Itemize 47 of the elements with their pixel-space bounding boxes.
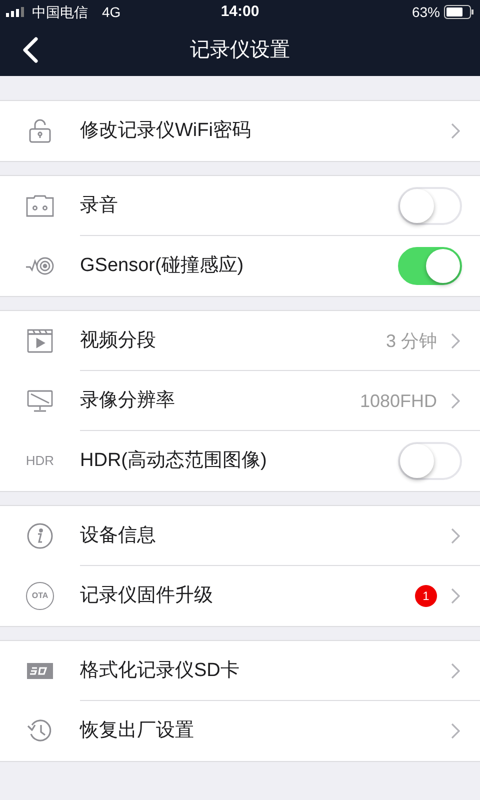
carrier-name: 中国电信 [32, 2, 88, 22]
row-label: 记录仪固件升级 [80, 584, 213, 608]
back-icon[interactable] [22, 37, 38, 63]
chevron-icon [451, 393, 460, 409]
chevron-icon [451, 723, 460, 739]
settings-row[interactable]: 格式化记录仪SD卡 [0, 641, 480, 701]
monitor-icon [26, 389, 54, 413]
settings-row[interactable]: 恢复出厂设置 [0, 701, 480, 761]
settings-row[interactable]: 修改记录仪WiFi密码 [0, 101, 480, 161]
row-label: HDR(高动态范围图像) [80, 448, 267, 473]
settings-row[interactable]: 设备信息 [0, 506, 480, 566]
row-value: 3 分钟 [386, 330, 437, 352]
settings-row[interactable]: HDR HDR(高动态范围图像) [0, 431, 480, 491]
sensor-icon [25, 255, 55, 277]
page-title: 记录仪设置 [190, 38, 290, 63]
row-label: 修改记录仪WiFi密码 [80, 118, 251, 143]
battery-icon [444, 5, 474, 19]
ota-icon: OTA [26, 582, 54, 610]
sd-card-icon [25, 661, 55, 681]
settings-row[interactable]: GSensor(碰撞感应) [0, 236, 480, 296]
cassette-icon [26, 195, 54, 217]
row-label: 视频分段 [80, 328, 156, 353]
row-label: 格式化记录仪SD卡 [80, 658, 240, 683]
settings-row[interactable]: 录音 [0, 176, 480, 236]
row-label: 录像分辨率 [80, 388, 175, 413]
chevron-icon [451, 123, 460, 139]
hdr-icon: HDR [26, 451, 54, 471]
settings-row[interactable]: 视频分段 3 分钟 [0, 311, 480, 371]
chevron-icon [451, 333, 460, 349]
notification-badge: 1 [415, 585, 437, 607]
chevron-icon [451, 588, 460, 604]
battery-percent: 63% [412, 2, 440, 22]
row-label: 设备信息 [80, 524, 156, 548]
settings-row[interactable]: 录像分辨率 1080FHD [0, 371, 480, 431]
clapperboard-icon [26, 328, 54, 354]
lock-icon [27, 118, 53, 144]
row-label: GSensor(碰撞感应) [80, 254, 244, 278]
settings-row[interactable]: OTA 记录仪固件升级 1 [0, 566, 480, 626]
chevron-icon [451, 528, 460, 544]
row-value: 1080FHD [360, 390, 437, 412]
row-label: 录音 [80, 194, 118, 218]
network-type: 4G [102, 2, 121, 22]
toggle-switch[interactable] [398, 247, 462, 285]
chevron-icon [451, 663, 460, 679]
status-time: 14:00 [220, 2, 260, 22]
info-icon [26, 522, 54, 550]
row-label: 恢复出厂设置 [80, 718, 194, 743]
